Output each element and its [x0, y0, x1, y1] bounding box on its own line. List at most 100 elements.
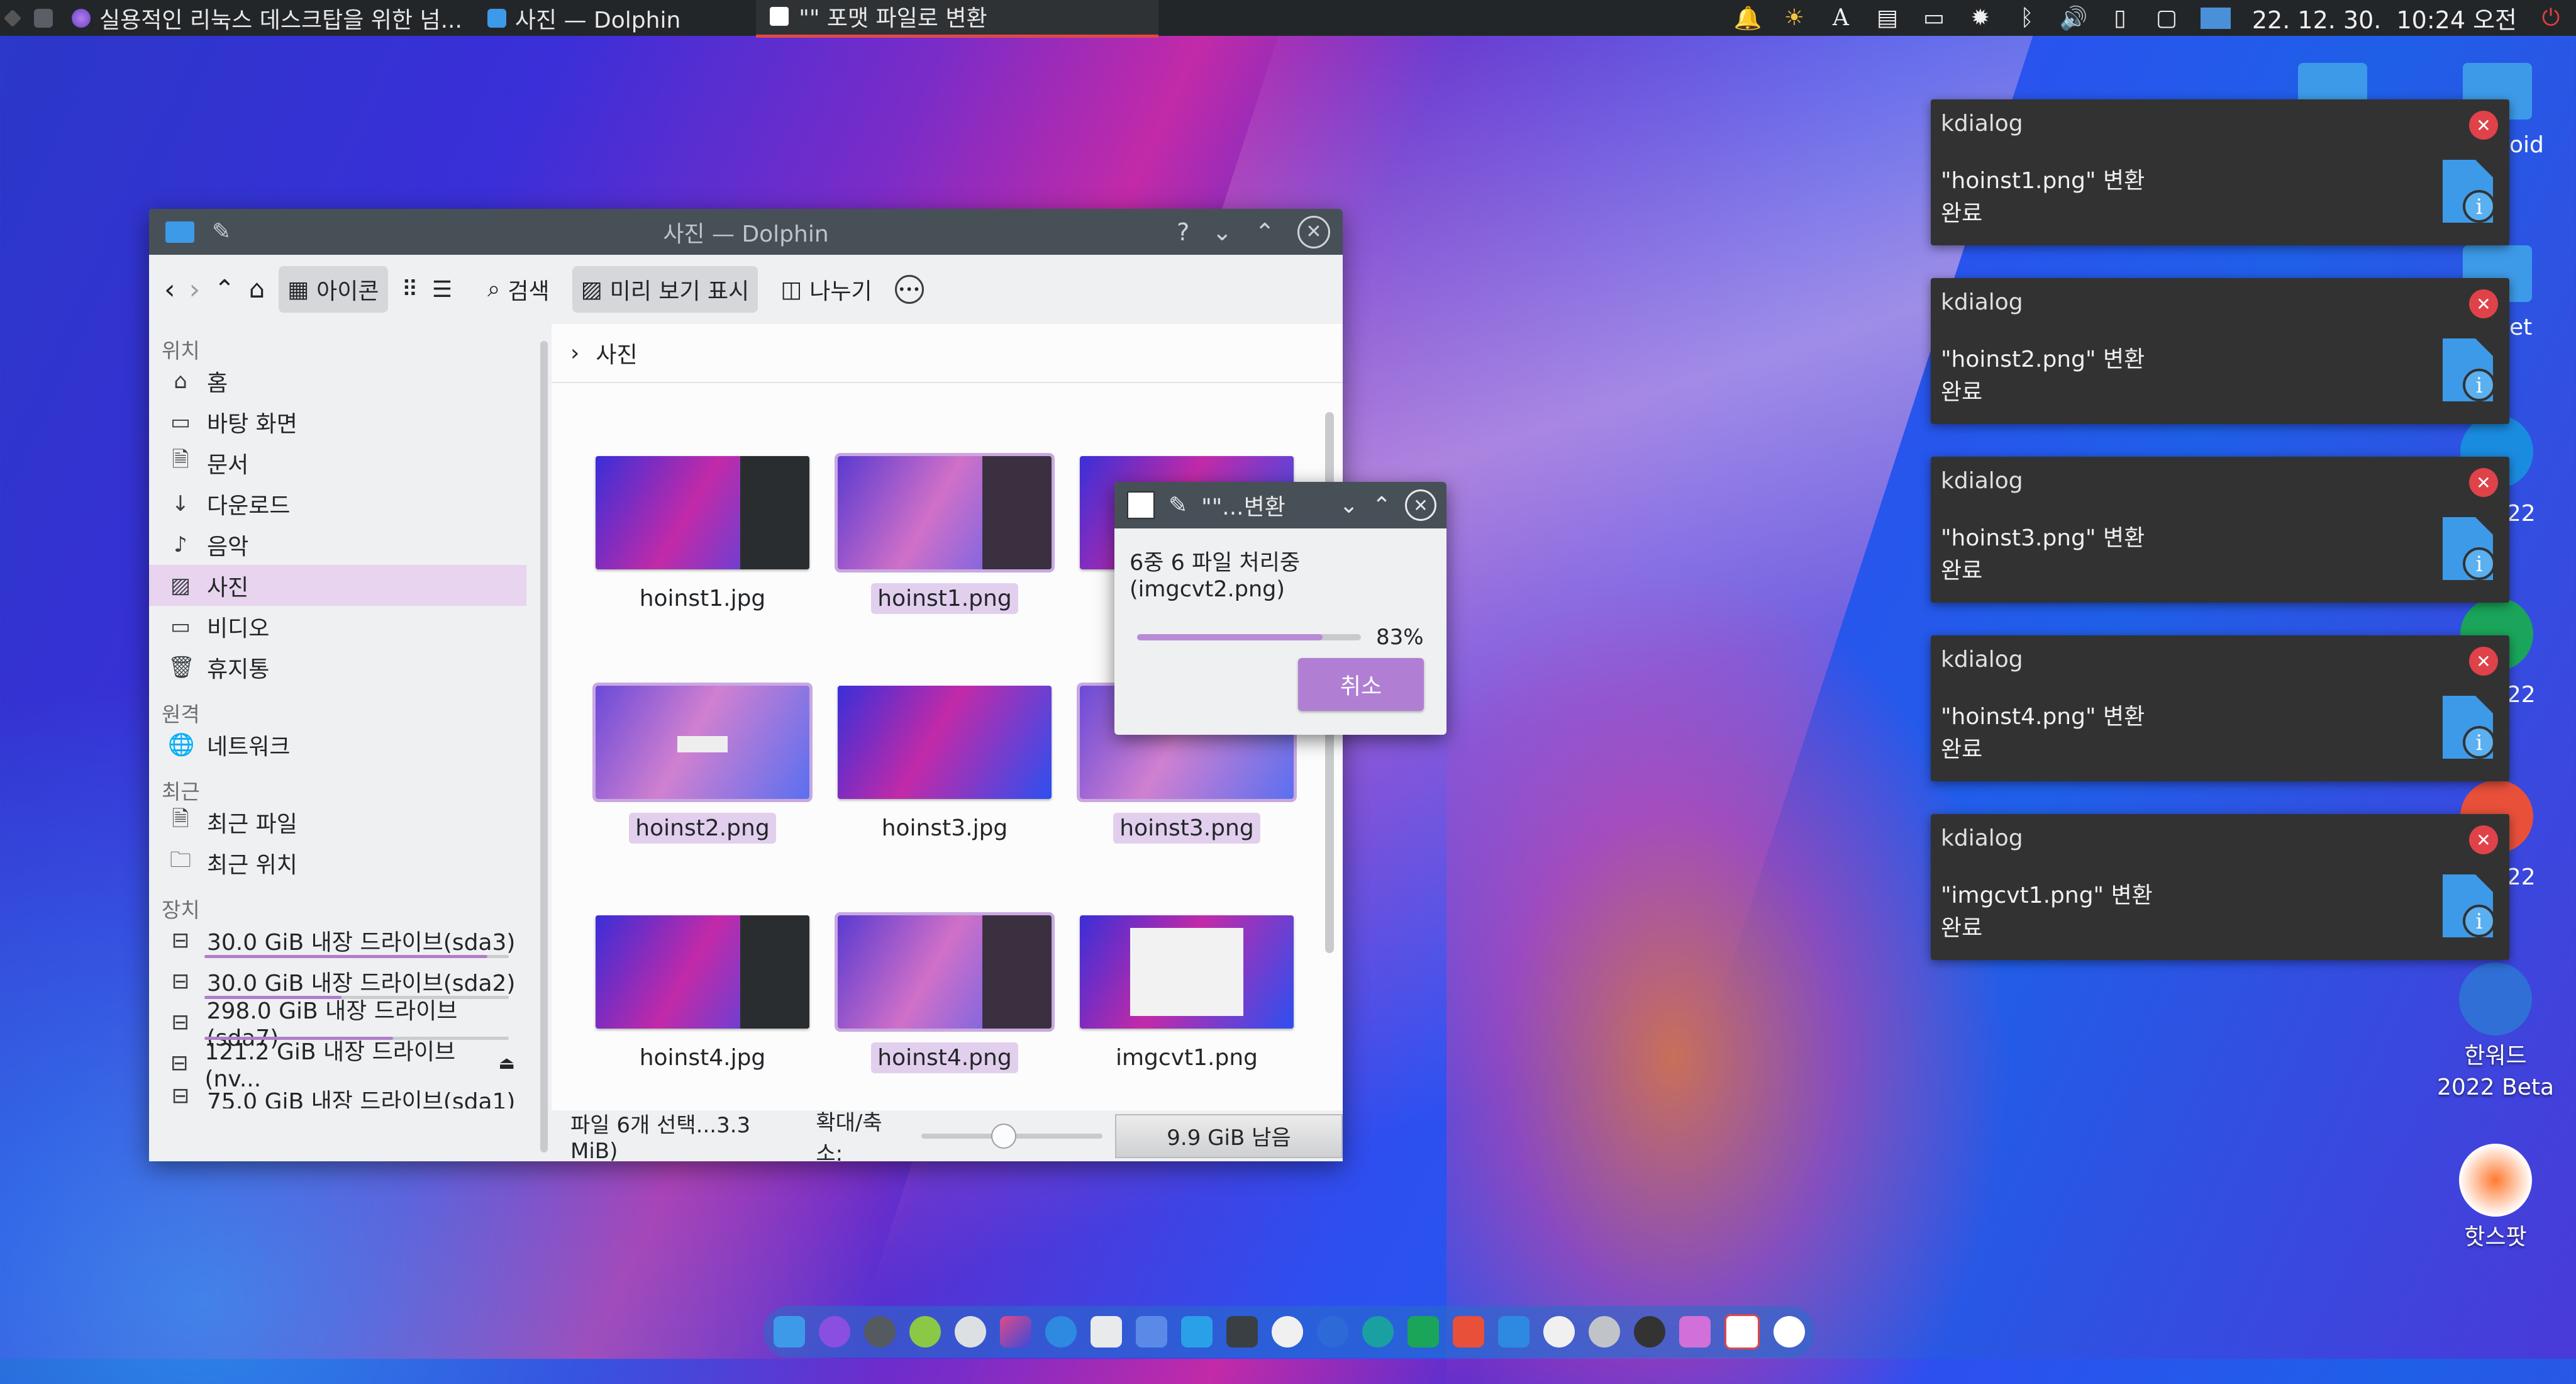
- device-sda1[interactable]: ⊟ 75.0 GiB 내장 드라이브(sda1): [149, 1083, 526, 1108]
- volume-icon[interactable]: 🔊: [2059, 6, 2087, 31]
- brightness-icon[interactable]: ✹: [1968, 5, 1993, 31]
- cancel-button[interactable]: 취소: [1298, 658, 1424, 711]
- window-switch-icon[interactable]: [1679, 1316, 1711, 1348]
- up-icon[interactable]: ⌃: [214, 275, 235, 304]
- gear-green-icon[interactable]: [909, 1316, 941, 1348]
- device-sda3[interactable]: ⊟ 30.0 GiB 내장 드라이브(sda3): [149, 920, 526, 961]
- close-icon[interactable]: ✕: [2469, 825, 2498, 854]
- document-icon[interactable]: [1091, 1316, 1122, 1348]
- presentation-icon[interactable]: [1498, 1316, 1530, 1348]
- breadcrumb-current[interactable]: 사진: [596, 337, 637, 369]
- desktop-icon-hotspot[interactable]: 핫스팟: [2433, 1144, 2558, 1253]
- x-app-icon[interactable]: [1543, 1316, 1575, 1348]
- close-icon[interactable]: ✕: [1297, 215, 1330, 248]
- pin-icon[interactable]: ✎: [1169, 493, 1187, 518]
- place-network[interactable]: 🌐 네트워크: [149, 724, 526, 765]
- zoom-slider[interactable]: [921, 1123, 1102, 1149]
- file-item[interactable]: hoinst3.jpg: [838, 686, 1052, 844]
- search-tool-icon[interactable]: [955, 1316, 986, 1348]
- dialog-titlebar[interactable]: ✎ ""...변환 ⌄ ⌃ ✕: [1114, 482, 1446, 528]
- place-home[interactable]: ⌂ 홈: [149, 360, 526, 401]
- clock[interactable]: 22. 12. 30. 10:24 오전: [2252, 1, 2517, 35]
- preview-button[interactable]: ▨ 미리 보기 표시: [572, 266, 758, 313]
- search-button[interactable]: ⌕ 검색: [479, 266, 558, 313]
- split-button[interactable]: ◫ 나누기: [772, 266, 880, 313]
- home-icon[interactable]: ⌂: [249, 275, 265, 304]
- pin-icon[interactable]: ✎: [212, 219, 231, 245]
- dictionary-icon[interactable]: [1362, 1316, 1394, 1348]
- penguin-icon[interactable]: [1272, 1316, 1303, 1348]
- place-recent-locations[interactable]: 🗀 최근 위치: [149, 842, 526, 883]
- kdialog-icon[interactable]: [1724, 1314, 1760, 1349]
- settings-icon[interactable]: [864, 1316, 896, 1348]
- place-trash[interactable]: 🗑 휴지통: [149, 647, 526, 688]
- more-menu-icon[interactable]: •••: [894, 275, 924, 304]
- file-item[interactable]: hoinst4.png: [835, 912, 1055, 1073]
- place-recent-files[interactable]: 🗎 최근 파일: [149, 801, 526, 842]
- font-icon[interactable]: A: [1828, 5, 1853, 31]
- folder-icon[interactable]: [774, 1316, 805, 1348]
- close-icon[interactable]: ✕: [2469, 468, 2498, 497]
- notification[interactable]: kdialog ✕ "hoinst2.png" 변환 완료 i: [1931, 278, 2509, 424]
- hanshow-icon[interactable]: [1453, 1316, 1484, 1348]
- weather-icon[interactable]: ☀: [1782, 5, 1807, 31]
- share-icon[interactable]: [1589, 1316, 1620, 1348]
- notification[interactable]: kdialog ✕ "imgcvt1.png" 변환 완료 i: [1931, 814, 2509, 960]
- file-item[interactable]: hoinst4.jpg: [596, 915, 809, 1073]
- desktop-icon-hanword[interactable]: 한워드 2022 Beta: [2433, 963, 2558, 1103]
- maximize-icon[interactable]: ⌃: [1372, 493, 1391, 518]
- notification[interactable]: kdialog ✕ "hoinst3.png" 변환 완료 i: [1931, 457, 2509, 603]
- bluetooth-icon[interactable]: ᛒ: [2014, 5, 2040, 31]
- task-firefox[interactable]: 실용적인 리눅스 데스크탑을 위한 넘...: [59, 0, 475, 36]
- minimize-icon[interactable]: ⌄: [1340, 493, 1358, 518]
- cat-icon[interactable]: [1634, 1316, 1665, 1348]
- place-pictures[interactable]: ▨ 사진: [149, 565, 526, 606]
- notes-icon[interactable]: [1136, 1316, 1167, 1348]
- places-scrollbar[interactable]: [540, 341, 548, 1152]
- app-launcher[interactable]: [0, 0, 59, 36]
- help-icon[interactable]: ?: [1177, 218, 1189, 246]
- discover-icon[interactable]: [1181, 1316, 1213, 1348]
- terminal-icon[interactable]: [1226, 1316, 1258, 1348]
- details-view-icon[interactable]: ☰: [432, 277, 452, 303]
- place-documents[interactable]: 🗎 문서: [149, 442, 526, 483]
- bell-icon[interactable]: 🔔: [1733, 6, 1762, 31]
- notification[interactable]: kdialog ✕ "hoinst1.png" 변환 완료 i: [1931, 99, 2509, 245]
- minimize-icon[interactable]: ⌄: [1212, 218, 1232, 246]
- close-icon[interactable]: ✕: [1405, 489, 1436, 521]
- maximize-icon[interactable]: ⌃: [1255, 218, 1275, 246]
- r-icon[interactable]: [1317, 1316, 1348, 1348]
- icons-view-button[interactable]: ▦ 아이콘: [279, 266, 388, 313]
- power-icon[interactable]: ⏻: [2538, 5, 2563, 31]
- eject-icon[interactable]: ⏏: [499, 1052, 515, 1073]
- breadcrumb[interactable]: › 사진: [552, 324, 1343, 383]
- file-item[interactable]: hoinst2.png: [592, 683, 813, 844]
- battery-icon[interactable]: ▢: [2154, 5, 2179, 31]
- hancell-icon[interactable]: [1407, 1316, 1439, 1348]
- free-space-indicator[interactable]: 9.9 GiB 남음: [1114, 1113, 1343, 1158]
- zoom-slider-handle[interactable]: [991, 1123, 1017, 1149]
- compact-view-icon[interactable]: ⠿: [402, 277, 418, 303]
- file-item[interactable]: hoinst1.jpg: [596, 456, 809, 614]
- circle-icon[interactable]: [1774, 1316, 1805, 1348]
- image-viewer-icon[interactable]: [1000, 1316, 1031, 1348]
- desktop-preview-icon[interactable]: [2200, 7, 2231, 29]
- phone-icon[interactable]: ▯: [2107, 5, 2133, 31]
- place-desktop[interactable]: ▭ 바탕 화면: [149, 401, 526, 442]
- task-dolphin[interactable]: 사진 — Dolphin: [475, 0, 693, 36]
- place-music[interactable]: ♪ 음악: [149, 524, 526, 565]
- task-kdialog[interactable]: "" 포맷 파일로 변환: [756, 0, 1159, 38]
- close-icon[interactable]: ✕: [2469, 111, 2498, 140]
- file-item[interactable]: imgcvt1.png: [1080, 915, 1294, 1073]
- close-icon[interactable]: ✕: [2469, 289, 2498, 318]
- place-videos[interactable]: ▭ 비디오: [149, 606, 526, 647]
- display-icon[interactable]: ▭: [1921, 5, 1946, 31]
- place-downloads[interactable]: ↓ 다운로드: [149, 483, 526, 524]
- firefox-icon[interactable]: [819, 1316, 850, 1348]
- window-titlebar[interactable]: 사진 — Dolphin ✎ ? ⌄ ⌃ ✕: [149, 209, 1343, 255]
- file-item[interactable]: hoinst1.png: [835, 453, 1055, 614]
- forward-icon[interactable]: ›: [189, 274, 201, 306]
- device-nvme[interactable]: ⊟ 121.2 GiB 내장 드라이브(nv... ⏏: [149, 1039, 526, 1092]
- notification[interactable]: kdialog ✕ "hoinst4.png" 변환 완료 i: [1931, 635, 2509, 781]
- back-icon[interactable]: ‹: [164, 274, 175, 306]
